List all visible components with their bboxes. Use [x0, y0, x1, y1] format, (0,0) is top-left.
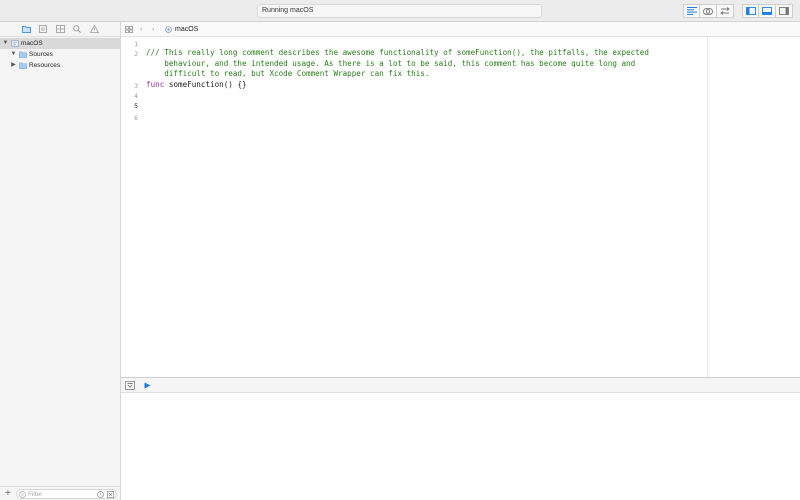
standard-editor-icon: [686, 7, 697, 15]
folder-icon: [19, 51, 27, 58]
add-file-button[interactable]: +: [5, 488, 11, 499]
recent-files-icon[interactable]: [97, 491, 104, 498]
folder-icon: [19, 62, 27, 69]
window-toolbar: Running macOS: [0, 0, 800, 22]
standard-editor-button[interactable]: [683, 4, 700, 18]
back-chevron-icon[interactable]: ‹: [140, 22, 142, 37]
warning-icon: [89, 25, 99, 33]
editor-right-divider: [707, 37, 708, 377]
version-editor-icon: [720, 7, 730, 15]
code-comment-line[interactable]: behaviour, and the intended usage. As th…: [146, 59, 635, 70]
navigator-footer: + Filter: [0, 486, 120, 500]
version-editor-button[interactable]: [717, 4, 734, 18]
symbol-icon: [55, 25, 65, 33]
code-comment-line[interactable]: difficult to read, but Xcode Comment Wra…: [146, 69, 429, 80]
find-navigator-tab[interactable]: [72, 24, 83, 35]
issue-navigator-tab[interactable]: [89, 24, 100, 35]
debug-panel-icon: [762, 7, 772, 15]
activity-viewer: Running macOS: [257, 4, 542, 18]
symbol-navigator-tab[interactable]: [55, 24, 66, 35]
navigator-panel-icon: [745, 7, 756, 15]
assistant-editor-button[interactable]: [700, 4, 717, 18]
filter-placeholder: Filter: [28, 491, 43, 498]
debug-bar: [121, 377, 800, 393]
related-items-icon[interactable]: [125, 26, 133, 33]
play-icon[interactable]: [144, 382, 151, 389]
code-comment-line[interactable]: /// This really long comment describes t…: [146, 48, 649, 59]
line-number: 2: [134, 50, 138, 58]
project-icon: [11, 40, 19, 47]
tree-item-label: Sources: [29, 51, 53, 58]
disclosure-closed-icon[interactable]: ▶: [10, 60, 17, 71]
tree-item-project[interactable]: ▼ macOS: [0, 38, 120, 49]
activity-status-text: Running macOS: [262, 7, 314, 14]
tree-item-label: Resources: [29, 62, 61, 69]
jump-bar: ‹ › macOS: [121, 22, 800, 37]
code-keyword: func: [146, 80, 165, 89]
editor-mode-group: [683, 4, 734, 18]
code-function-line[interactable]: func someFunction() {}: [146, 80, 247, 91]
forward-chevron-icon[interactable]: ›: [152, 22, 154, 37]
filter-field[interactable]: Filter: [16, 489, 117, 499]
jump-bar-label[interactable]: macOS: [175, 22, 198, 37]
console-output[interactable]: [121, 393, 800, 500]
project-tree: ▼ macOS ▼ Sources ▶ Resources: [0, 38, 120, 71]
assistant-editor-icon: [703, 7, 713, 15]
line-number: 4: [134, 92, 138, 100]
filter-icon: [19, 491, 26, 498]
disclosure-open-icon[interactable]: ▼: [2, 38, 9, 49]
toggle-debug-area-button[interactable]: [759, 4, 776, 18]
tree-item-folder[interactable]: ▶ Resources: [0, 60, 120, 71]
chevron-down-icon: [127, 383, 133, 388]
scm-filter-icon[interactable]: [107, 491, 114, 498]
code-function-signature: someFunction() {}: [164, 80, 247, 89]
line-number-current: 5: [134, 102, 138, 110]
search-icon: [73, 25, 81, 33]
source-control-navigator-tab[interactable]: [38, 24, 49, 35]
disclosure-open-icon[interactable]: ▼: [10, 49, 17, 60]
inspector-panel-icon: [779, 7, 789, 15]
panel-toggle-group: [742, 4, 793, 18]
project-navigator-tab[interactable]: [21, 24, 32, 35]
line-number: 6: [134, 114, 138, 122]
toggle-inspector-button[interactable]: [776, 4, 793, 18]
hide-debug-area-button[interactable]: [125, 381, 135, 390]
folder-icon: [21, 26, 31, 33]
navigator-selector-bar: [0, 22, 120, 37]
line-number: 3: [134, 82, 138, 90]
tree-item-label: macOS: [21, 40, 43, 47]
line-number: 1: [134, 40, 138, 48]
tree-item-folder[interactable]: ▼ Sources: [0, 49, 120, 60]
swift-file-icon: [165, 26, 172, 33]
source-control-icon: [39, 25, 47, 33]
toggle-navigator-button[interactable]: [742, 4, 759, 18]
project-navigator: ▼ macOS ▼ Sources ▶ Resources + Filter: [0, 22, 121, 500]
